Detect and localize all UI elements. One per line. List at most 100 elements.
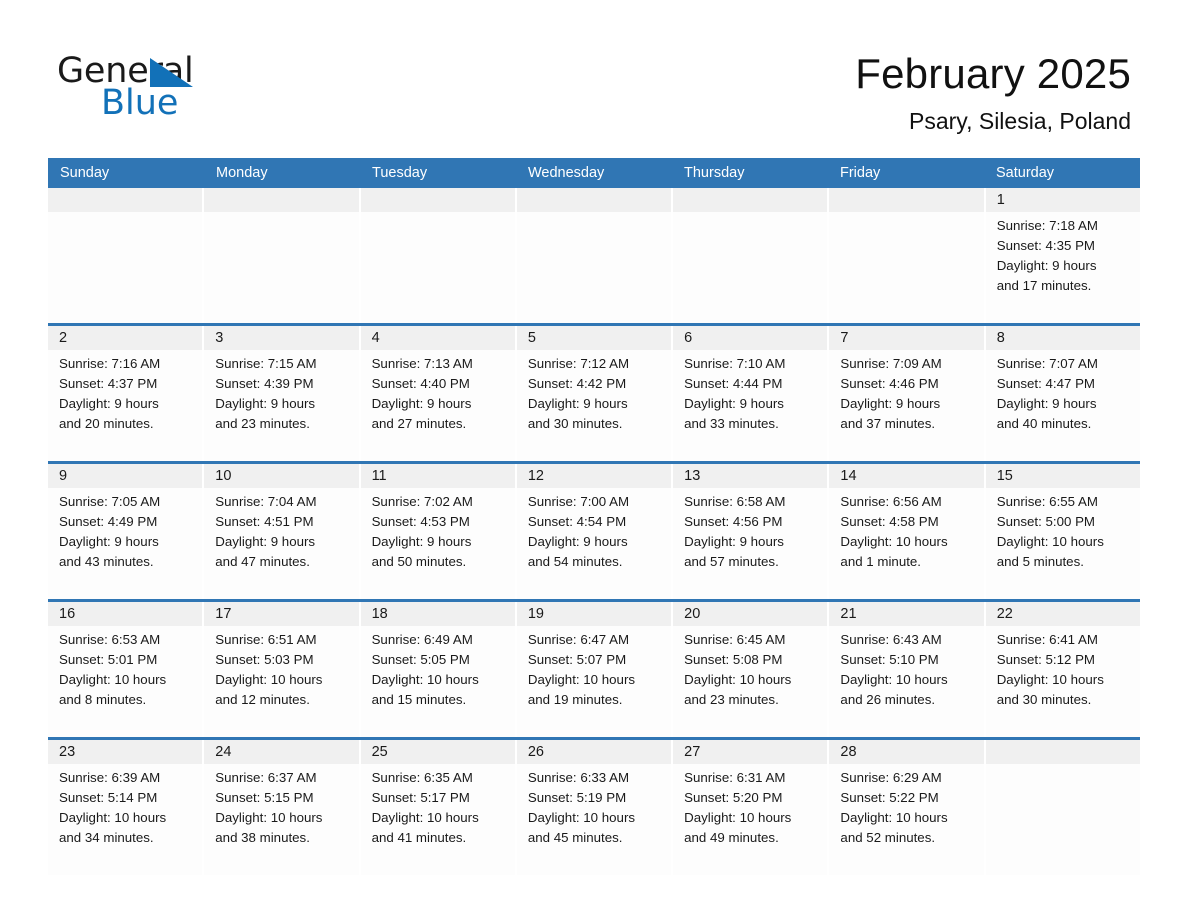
day-number-band: 19 bbox=[516, 602, 672, 626]
page-subtitle: Psary, Silesia, Poland bbox=[908, 108, 1131, 134]
calendar-day-cell[interactable]: 16 Sunrise: 6:53 AM Sunset: 5:01 PM Dayligh… bbox=[48, 602, 203, 737]
calendar-day-cell[interactable]: 11 Sunrise: 7:02 AM Sunset: 4:53 PM Dayligh… bbox=[360, 464, 515, 599]
day-number: 28 bbox=[840, 744, 857, 760]
calendar-day-cell[interactable]: 20 Sunrise: 6:45 AM Sunset: 5:08 PM Dayligh… bbox=[673, 602, 828, 737]
day-details: Sunrise: 7:09 AM Sunset: 4:46 PM Daylight:… bbox=[829, 350, 983, 434]
weekday-header-saturday: Saturday bbox=[996, 165, 1055, 181]
calendar-day-cell[interactable]: 10 Sunrise: 7:04 AM Sunset: 4:51 PM Dayligh… bbox=[204, 464, 359, 599]
calendar-day-cell[interactable]: 4 Sunrise: 7:13 AM Sunset: 4:40 PM Daylight… bbox=[360, 326, 515, 461]
day-detail-line: Daylight: 9 hours bbox=[527, 396, 628, 412]
day-number-band: 1 bbox=[985, 188, 1140, 212]
day-number-band: 26 bbox=[516, 740, 672, 764]
weekday-header-monday: Monday bbox=[216, 165, 268, 181]
calendar-day-cell[interactable]: 26 Sunrise: 6:33 AM Sunset: 5:19 PM Dayligh… bbox=[516, 740, 672, 875]
calendar-week-row: 2 Sunrise: 7:16 AM Sunset: 4:37 PM Daylight… bbox=[48, 323, 1140, 461]
day-details: Sunrise: 7:00 AM Sunset: 4:54 PM Daylight:… bbox=[517, 488, 671, 572]
day-details: Sunrise: 6:39 AM Sunset: 5:14 PM Daylight:… bbox=[48, 764, 202, 848]
day-number-band bbox=[204, 188, 359, 212]
day-details: Sunrise: 6:45 AM Sunset: 5:08 PM Daylight:… bbox=[673, 626, 827, 710]
day-detail-line: and 34 minutes. bbox=[59, 830, 154, 846]
weekday-header-tuesday: Tuesday bbox=[372, 165, 428, 181]
day-detail-line: Sunrise: 6:53 AM bbox=[59, 632, 161, 647]
calendar-day-cell[interactable]: 19 Sunrise: 6:47 AM Sunset: 5:07 PM Dayligh… bbox=[516, 602, 672, 737]
calendar-day-cell[interactable]: 6 Sunrise: 7:10 AM Sunset: 4:44 PM Daylight… bbox=[673, 326, 828, 461]
calendar-day-cell[interactable]: 2 Sunrise: 7:16 AM Sunset: 4:37 PM Daylight… bbox=[48, 326, 203, 461]
calendar-day-cell[interactable]: 15 Sunrise: 6:55 AM Sunset: 5:00 PM Dayligh… bbox=[985, 464, 1140, 599]
day-detail-line: Sunrise: 6:49 AM bbox=[371, 632, 473, 647]
calendar-day-cell[interactable]: 22 Sunrise: 6:41 AM Sunset: 5:12 PM Dayligh… bbox=[985, 602, 1140, 737]
day-detail-line: Sunrise: 6:29 AM bbox=[840, 770, 942, 785]
calendar-week-row: 9 Sunrise: 7:05 AM Sunset: 4:49 PM Daylight… bbox=[48, 461, 1140, 599]
weekday-header-wednesday: Wednesday bbox=[528, 165, 605, 181]
day-number-band: 14 bbox=[829, 464, 984, 488]
day-number: 1 bbox=[996, 192, 1005, 208]
day-details: Sunrise: 7:10 AM Sunset: 4:44 PM Daylight:… bbox=[673, 350, 827, 434]
calendar-day-cell[interactable]: 3 Sunrise: 7:15 AM Sunset: 4:39 PM Daylight… bbox=[204, 326, 359, 461]
calendar-day-cell[interactable]: 23 Sunrise: 6:39 AM Sunset: 5:14 PM Dayligh… bbox=[48, 740, 203, 875]
calendar-day-cell[interactable]: 12 Sunrise: 7:00 AM Sunset: 4:54 PM Dayligh… bbox=[516, 464, 672, 599]
day-detail-line: and 19 minutes. bbox=[527, 692, 623, 708]
calendar-day-cell-empty bbox=[985, 740, 1140, 875]
calendar-day-cell-empty bbox=[829, 188, 984, 323]
day-detail-line: Sunset: 4:39 PM bbox=[215, 376, 314, 392]
calendar-day-cell[interactable]: 9 Sunrise: 7:05 AM Sunset: 4:49 PM Daylight… bbox=[48, 464, 203, 599]
day-number: 25 bbox=[371, 744, 388, 760]
day-details: Sunrise: 6:37 AM Sunset: 5:15 PM Daylight:… bbox=[204, 764, 358, 848]
day-detail-line: and 23 minutes. bbox=[215, 416, 310, 432]
calendar-day-cell[interactable]: 5 Sunrise: 7:12 AM Sunset: 4:42 PM Daylight… bbox=[516, 326, 672, 461]
day-details: Sunrise: 6:33 AM Sunset: 5:19 PM Daylight:… bbox=[517, 764, 671, 848]
day-detail-line: Daylight: 10 hours bbox=[684, 672, 792, 688]
calendar-day-cell[interactable]: 1 Sunrise: 7:18 AM Sunset: 4:35 PM Daylight… bbox=[985, 188, 1140, 323]
day-number-band: 25 bbox=[360, 740, 515, 764]
day-detail-line: Sunrise: 7:00 AM bbox=[527, 494, 630, 509]
day-detail-line: and 5 minutes. bbox=[996, 554, 1084, 570]
day-number-band: 18 bbox=[360, 602, 515, 626]
day-detail-line: and 17 minutes. bbox=[996, 278, 1092, 294]
day-detail-line: and 30 minutes. bbox=[996, 692, 1092, 708]
day-details: Sunrise: 7:18 AM Sunset: 4:35 PM Daylight:… bbox=[986, 212, 1140, 296]
day-detail-line: Sunset: 4:49 PM bbox=[59, 514, 158, 530]
calendar-day-cell-empty bbox=[516, 188, 672, 323]
day-number: 14 bbox=[840, 468, 857, 484]
calendar-week-row: 1 Sunrise: 7:18 AM Sunset: 4:35 PM Daylight… bbox=[48, 188, 1140, 323]
day-details: Sunrise: 7:02 AM Sunset: 4:53 PM Daylight:… bbox=[361, 488, 515, 572]
calendar-day-cell[interactable]: 13 Sunrise: 6:58 AM Sunset: 4:56 PM Dayligh… bbox=[673, 464, 828, 599]
day-detail-line: Sunset: 5:12 PM bbox=[996, 652, 1096, 668]
day-detail-line: Sunrise: 7:07 AM bbox=[996, 356, 1098, 371]
day-number: 10 bbox=[215, 468, 232, 484]
day-number: 7 bbox=[840, 330, 849, 346]
day-details: Sunrise: 6:55 AM Sunset: 5:00 PM Daylight:… bbox=[986, 488, 1140, 572]
calendar-day-cell[interactable]: 24 Sunrise: 6:37 AM Sunset: 5:15 PM Dayligh… bbox=[204, 740, 359, 875]
calendar-day-cell[interactable]: 7 Sunrise: 7:09 AM Sunset: 4:46 PM Daylight… bbox=[829, 326, 984, 461]
day-detail-line: Sunset: 5:22 PM bbox=[840, 790, 939, 806]
day-detail-line: and 8 minutes. bbox=[59, 692, 147, 708]
day-detail-line: Sunrise: 6:45 AM bbox=[684, 632, 786, 647]
day-detail-line: and 37 minutes. bbox=[840, 416, 936, 432]
calendar-day-cell[interactable]: 28 Sunrise: 6:29 AM Sunset: 5:22 PM Dayligh… bbox=[829, 740, 984, 875]
day-detail-line: Sunset: 5:19 PM bbox=[527, 790, 627, 806]
day-number-band: 27 bbox=[673, 740, 828, 764]
day-details bbox=[361, 212, 515, 216]
day-number-band: 2 bbox=[48, 326, 203, 350]
day-details bbox=[986, 764, 1140, 768]
day-detail-line: Sunrise: 6:35 AM bbox=[371, 770, 473, 785]
day-detail-line: Sunrise: 7:10 AM bbox=[684, 356, 786, 371]
logo-text-blue: Blue bbox=[101, 83, 179, 123]
calendar-day-cell[interactable]: 27 Sunrise: 6:31 AM Sunset: 5:20 PM Dayligh… bbox=[673, 740, 828, 875]
day-number: 18 bbox=[371, 606, 388, 622]
day-number: 27 bbox=[684, 744, 701, 760]
day-detail-line: Sunrise: 7:15 AM bbox=[215, 356, 317, 371]
day-detail-line: Sunset: 5:10 PM bbox=[840, 652, 939, 668]
day-number: 12 bbox=[527, 468, 544, 484]
day-detail-line: Sunset: 4:54 PM bbox=[527, 514, 627, 530]
day-number: 16 bbox=[59, 606, 76, 622]
day-number-band: 12 bbox=[516, 464, 672, 488]
day-number-band: 4 bbox=[360, 326, 515, 350]
calendar-day-cell[interactable]: 14 Sunrise: 6:56 AM Sunset: 4:58 PM Dayligh… bbox=[829, 464, 984, 599]
calendar-day-cell[interactable]: 18 Sunrise: 6:49 AM Sunset: 5:05 PM Dayligh… bbox=[360, 602, 515, 737]
calendar-day-cell[interactable]: 8 Sunrise: 7:07 AM Sunset: 4:47 PM Daylight… bbox=[985, 326, 1140, 461]
calendar-day-cell[interactable]: 17 Sunrise: 6:51 AM Sunset: 5:03 PM Dayligh… bbox=[204, 602, 359, 737]
day-number-band: 20 bbox=[673, 602, 828, 626]
calendar-day-cell[interactable]: 21 Sunrise: 6:43 AM Sunset: 5:10 PM Dayligh… bbox=[829, 602, 984, 737]
calendar-day-cell[interactable]: 25 Sunrise: 6:35 AM Sunset: 5:17 PM Dayligh… bbox=[360, 740, 515, 875]
